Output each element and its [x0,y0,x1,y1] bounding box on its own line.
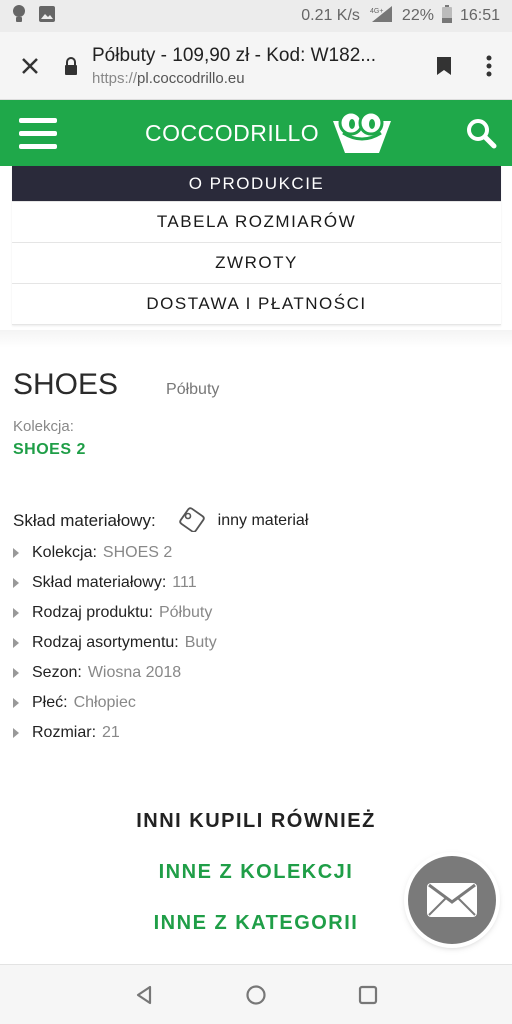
material-value: inny materiał [217,512,309,529]
network-speed: 0.21 K/s [301,7,360,24]
back-icon[interactable] [124,975,164,1015]
collection-label: Kolekcja: [13,418,74,435]
tab-o-produkcie[interactable]: O PRODUKCIE [12,166,501,202]
list-item: Rodzaj asortymentu: Buty [13,628,483,658]
tab-zwroty[interactable]: ZWROTY [12,243,501,284]
bookmark-icon [437,56,451,75]
bulb-icon [12,4,26,28]
hamburger-icon[interactable] [0,100,76,166]
tab-tabela-rozmiarow[interactable]: TABELA ROZMIARÓW [12,202,501,243]
image-icon [38,5,56,27]
system-nav-bar [0,964,512,1024]
mail-icon [427,883,477,917]
status-bar: 0.21 K/s 4G+ 22% 16:51 [0,0,512,32]
page-title: Półbuty - 109,90 zł - Kod: W182... [92,44,377,66]
bullet-icon [13,578,19,588]
tab-dostawa-i-platnosci[interactable]: DOSTAWA I PŁATNOŚCI [12,284,501,325]
logo-text: COCCODRILLO [145,119,320,146]
bullet-icon [13,638,19,648]
list-item: Kolekcja: SHOES 2 [13,538,483,568]
product-info: SHOES Półbuty Kolekcja: SHOES 2 [13,368,493,459]
more-vert-icon [486,55,492,76]
bookmark-button[interactable] [422,32,466,100]
close-icon [22,57,38,74]
home-icon[interactable] [236,975,276,1015]
divider [0,330,512,348]
attribute-list: Kolekcja: SHOES 2 Skład materiałowy: 111 R… [13,538,483,748]
recents-icon[interactable] [348,975,388,1015]
search-icon[interactable] [464,116,498,150]
signal-icon: 4G+ [368,5,394,27]
site-logo[interactable]: COCCODRILLO [145,100,395,166]
material-row: Skład materiałowy: inny materiał [13,506,308,536]
close-tab-button[interactable] [0,32,60,100]
list-item: Sezon: Wiosna 2018 [13,658,483,688]
battery-percent: 22% [401,7,434,24]
bullet-icon [13,698,19,708]
contact-mail-button[interactable] [408,856,496,944]
browser-toolbar: Półbuty - 109,90 zł - Kod: W182... https… [0,32,512,100]
material-tag-icon [178,506,206,536]
crocodile-logo-icon [329,103,395,163]
lock-icon [60,56,82,75]
collection-link[interactable]: SHOES 2 [13,441,493,459]
bullet-icon [13,668,19,678]
list-item: Płeć: Chłopiec [13,688,483,718]
page-url: https://pl.coccodrillo.eu [92,69,245,87]
material-label: Skład materiałowy: [13,511,156,530]
site-header: COCCODRILLO [0,100,512,166]
bullet-icon [13,728,19,738]
clock: 16:51 [459,7,500,24]
product-brand: SHOES [13,368,119,401]
also-bought-heading[interactable]: INNI KUPILI RÓWNIEŻ [0,810,512,833]
list-item: Skład materiałowy: 111 [13,568,483,598]
svg-text:4G+: 4G+ [370,8,383,15]
address-bar[interactable]: Półbuty - 109,90 zł - Kod: W182... https… [92,45,422,87]
product-type: Półbuty [166,381,220,398]
list-item: Rodzaj produktu: Półbuty [13,598,483,628]
product-tabs: O PRODUKCIE TABELA ROZMIARÓW ZWROTY DOST… [12,166,501,325]
overflow-menu-button[interactable] [466,32,512,100]
list-item: Rozmiar: 21 [13,718,483,748]
bullet-icon [13,548,19,558]
battery-icon [441,5,452,27]
bullet-icon [13,608,19,618]
